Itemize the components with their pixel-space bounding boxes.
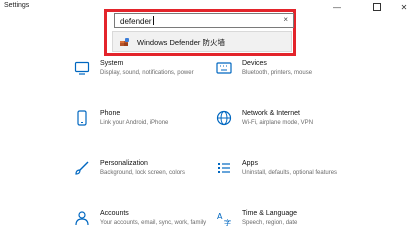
tile-time-language-name: Time & Language — [242, 210, 297, 217]
svg-text:A: A — [217, 212, 223, 221]
apps-icon — [218, 163, 230, 173]
tile-system-desc: Display, sound, notifications, power — [100, 70, 194, 76]
search-suggestion[interactable]: Windows Defender 防火墙 — [112, 31, 292, 52]
clear-search-button[interactable]: × — [283, 15, 288, 24]
tile-accounts-desc: Your accounts, email, sync, work, family — [100, 220, 207, 226]
tile-devices-name: Devices — [242, 60, 267, 67]
person-icon — [75, 211, 89, 226]
tile-system-name: System — [100, 60, 124, 67]
tile-personalization-name: Personalization — [100, 160, 148, 167]
firewall-icon — [120, 38, 129, 46]
clock-language-icon: A 字 — [217, 212, 231, 226]
tile-devices-desc: Bluetooth, printers, mouse — [242, 70, 313, 76]
tile-network-name: Network & Internet — [242, 110, 300, 117]
tile-personalization-desc: Background, lock screen, colors — [100, 170, 186, 176]
tile-apps-desc: Uninstall, defaults, optional features — [242, 170, 338, 176]
window-title: Settings — [4, 2, 30, 9]
search-input[interactable]: defender × — [114, 13, 294, 28]
phone-icon — [77, 110, 87, 126]
tile-phone-name: Phone — [100, 110, 121, 117]
close-button[interactable]: ✕ — [392, 0, 414, 14]
globe-icon — [216, 110, 232, 126]
maximize-button[interactable] — [365, 0, 389, 14]
minimize-button[interactable]: — — [325, 0, 349, 14]
suggestion-label: Windows Defender 防火墙 — [137, 38, 225, 47]
tile-accounts-name: Accounts — [100, 210, 129, 217]
maximize-icon — [373, 3, 381, 11]
tile-apps-name: Apps — [242, 160, 258, 167]
tile-network-desc: Wi-Fi, airplane mode, VPN — [242, 120, 314, 126]
keyboard-icon — [216, 62, 232, 74]
tile-time-language-desc: Speech, region, date — [242, 220, 298, 226]
monitor-icon — [74, 61, 90, 75]
tile-phone-desc: Link your Android, iPhone — [100, 120, 169, 126]
search-input-value: defender — [120, 16, 154, 26]
brush-icon — [75, 161, 89, 175]
svg-text:字: 字 — [224, 218, 231, 226]
